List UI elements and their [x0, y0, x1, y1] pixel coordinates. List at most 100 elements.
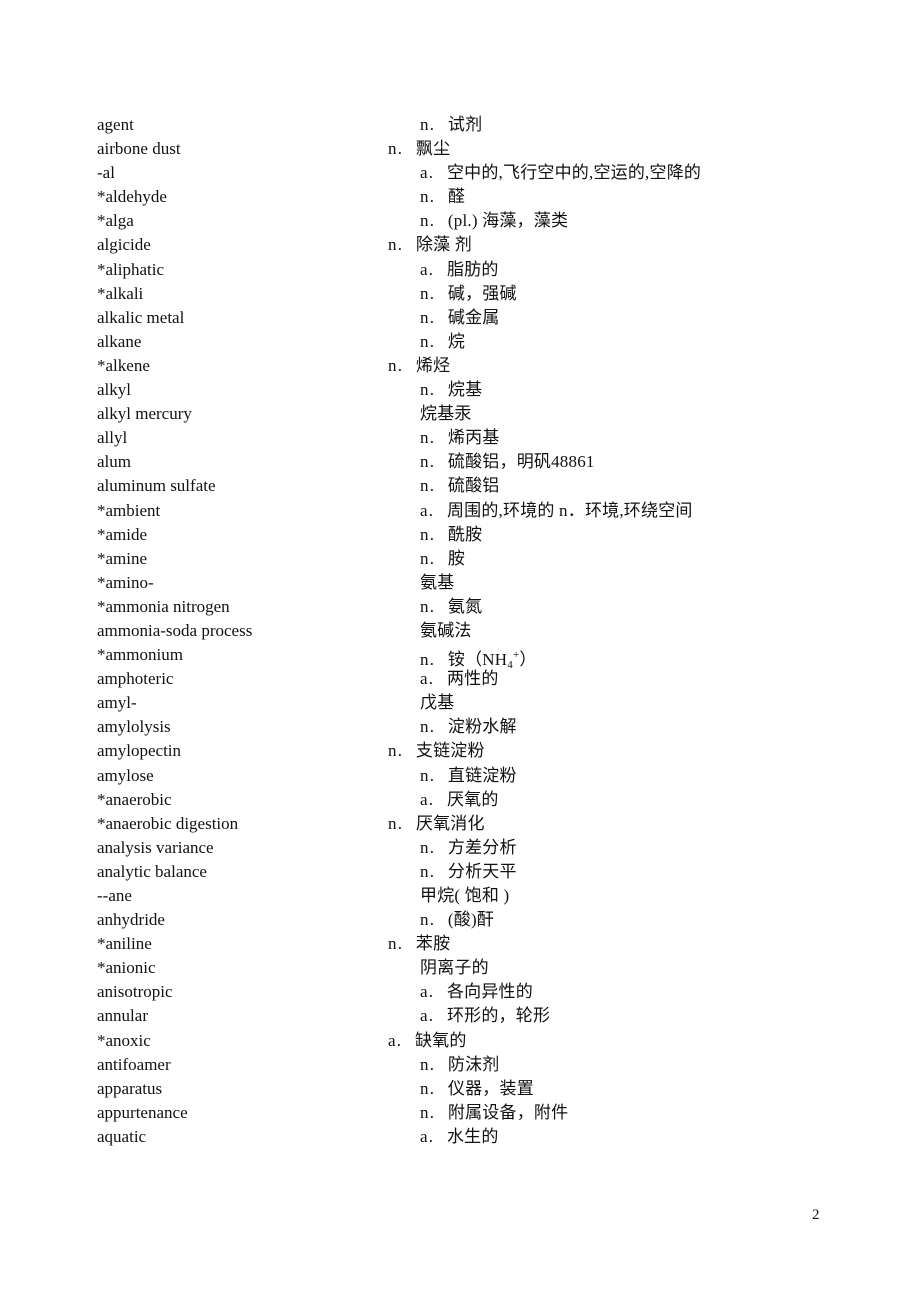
- glossary-entry: allyl n烯丙基: [0, 427, 920, 451]
- entry-definition: 烷基汞: [420, 403, 472, 425]
- part-of-speech: n: [388, 139, 416, 158]
- glossary-entry: analysis variance n方差分析: [0, 837, 920, 861]
- part-of-speech: a: [420, 669, 447, 688]
- entry-term: allyl: [97, 428, 128, 448]
- part-of-speech: n: [388, 356, 416, 375]
- glossary-list: agentn试剂airbone dustn飘尘-ala空中的,飞行空中的,空运的…: [0, 114, 920, 1150]
- entry-definition: a环形的，轮形: [420, 1005, 550, 1029]
- entry-term: *anaerobic digestion: [97, 813, 239, 833]
- entry-definition: n方差分析: [420, 837, 517, 861]
- definition-text: 碱，强碱: [447, 283, 517, 303]
- entry-term: aluminum sulfate: [97, 476, 216, 496]
- entry-definition: n烯丙基: [420, 427, 500, 451]
- glossary-entry: annular a环形的，轮形: [0, 1005, 920, 1029]
- entry-definition: n苯胺: [388, 933, 450, 957]
- entry-term: *alkali: [97, 283, 144, 303]
- document-page: agentn试剂airbone dustn飘尘-ala空中的,飞行空中的,空运的…: [0, 0, 920, 1302]
- entry-definition: a厌氧的: [420, 789, 499, 813]
- definition-text: 硫酸铝，明矾48861: [447, 452, 595, 472]
- definition-text: 胺: [447, 548, 466, 568]
- entry-definition: 阴离子的: [420, 957, 489, 979]
- entry-term: alkyl: [97, 380, 131, 400]
- part-of-speech: n: [420, 717, 448, 736]
- definition-text: 厌氧消化: [415, 813, 485, 833]
- part-of-speech: n: [388, 235, 416, 254]
- entry-term: *ambient: [97, 500, 161, 520]
- entry-term: alum: [97, 452, 131, 472]
- part-of-speech: a: [420, 260, 447, 279]
- part-of-speech: n: [388, 814, 416, 833]
- glossary-entry: *ammonia nitrogen n氨氮: [0, 596, 920, 620]
- definition-text: 仪器，装置: [447, 1078, 534, 1098]
- definition-text: (酸)酐: [447, 910, 495, 930]
- glossary-entry: alum n硫酸铝，明矾48861: [0, 451, 920, 475]
- glossary-entry: ammonia-soda process 氨碱法: [0, 620, 920, 644]
- part-of-speech: n: [420, 862, 448, 881]
- entry-definition: n烷基: [420, 379, 482, 403]
- entry-term: *amino-: [97, 572, 154, 592]
- definition-text: 苯胺: [415, 934, 451, 954]
- part-of-speech: n: [420, 476, 448, 495]
- page-number: 2: [812, 1207, 820, 1223]
- definition-text: 烷基汞: [420, 404, 472, 424]
- entry-definition: a缺氧的: [388, 1030, 467, 1054]
- definition-text: 防沫剂: [447, 1054, 500, 1074]
- part-of-speech: n: [420, 115, 448, 134]
- part-of-speech: n: [420, 1103, 448, 1122]
- definition-text: 硫酸铝: [447, 476, 500, 496]
- part-of-speech: n: [420, 380, 448, 399]
- definition-text: 飘尘: [415, 139, 451, 159]
- glossary-entry: --ane 甲烷( 饱和 ): [0, 885, 920, 909]
- glossary-entry: *ambient a周围的,环境的 n．环境,环绕空间: [0, 500, 920, 524]
- definition-text: 氨碱法: [420, 620, 472, 640]
- entry-term: anhydride: [97, 910, 165, 930]
- entry-term: *ammonia nitrogen: [97, 596, 230, 616]
- entry-definition: 甲烷( 饱和 ): [420, 885, 509, 907]
- glossary-entry: alkane n烷: [0, 331, 920, 355]
- part-of-speech: n: [388, 934, 416, 953]
- entry-definition: n碱，强碱: [420, 283, 517, 307]
- definition-text: 两性的: [446, 669, 499, 689]
- part-of-speech: n: [420, 650, 448, 669]
- definition-text: 碱金属: [447, 307, 500, 327]
- entry-term: *anionic: [97, 958, 156, 978]
- glossary-entry: *amine n胺: [0, 548, 920, 572]
- definition-text: 试剂: [447, 115, 483, 134]
- entry-definition: n仪器，装置: [420, 1078, 534, 1102]
- glossary-entry: alkyl n烷基: [0, 379, 920, 403]
- part-of-speech: n: [420, 597, 448, 616]
- entry-definition: n除藻 剂: [388, 234, 472, 258]
- entry-term: agent: [97, 115, 134, 134]
- part-of-speech: a: [420, 1127, 447, 1146]
- glossary-entry: airbone dust n飘尘: [0, 138, 920, 162]
- entry-definition: n胺: [420, 548, 465, 572]
- entry-term: *aliphatic: [97, 259, 165, 279]
- entry-definition: n试剂: [420, 114, 482, 138]
- entry-definition: a周围的,环境的 n．环境,环绕空间: [420, 500, 693, 524]
- definition-tail: ）: [519, 650, 537, 670]
- entry-definition: 氨碱法: [420, 620, 472, 642]
- definition-text: 烯丙基: [447, 428, 500, 448]
- definition-text: 脂肪的: [446, 259, 499, 279]
- entry-term: alkalic metal: [97, 307, 185, 327]
- glossary-entry: *anionic 阴离子的: [0, 957, 920, 981]
- definition-text: 氨基: [420, 572, 455, 592]
- entry-definition: n分析天平: [420, 861, 517, 885]
- glossary-entry: *aliphatic a脂肪的: [0, 259, 920, 283]
- part-of-speech: a: [420, 501, 447, 520]
- glossary-entry: appurtenance n附属设备，附件: [0, 1102, 920, 1126]
- entry-term: analysis variance: [97, 837, 214, 857]
- entry-term: *aldehyde: [97, 187, 167, 207]
- glossary-entry: amylose n直链淀粉: [0, 765, 920, 789]
- glossary-entry: apparatus n仪器，装置: [0, 1078, 920, 1102]
- definition-text: 烯烃: [415, 355, 451, 375]
- part-of-speech: a: [388, 1031, 415, 1050]
- glossary-entry: *anaerobic a厌氧的: [0, 789, 920, 813]
- entry-definition: a各向异性的: [420, 981, 533, 1005]
- glossary-entry: *amide n酰胺: [0, 524, 920, 548]
- definition-text: 周围的,环境的 n．环境,环绕空间: [446, 500, 693, 520]
- entry-term: *anaerobic: [97, 789, 172, 809]
- entry-term: *ammonium: [97, 645, 183, 665]
- definition-text: 缺氧的: [414, 1030, 467, 1050]
- entry-term: alkane: [97, 331, 142, 351]
